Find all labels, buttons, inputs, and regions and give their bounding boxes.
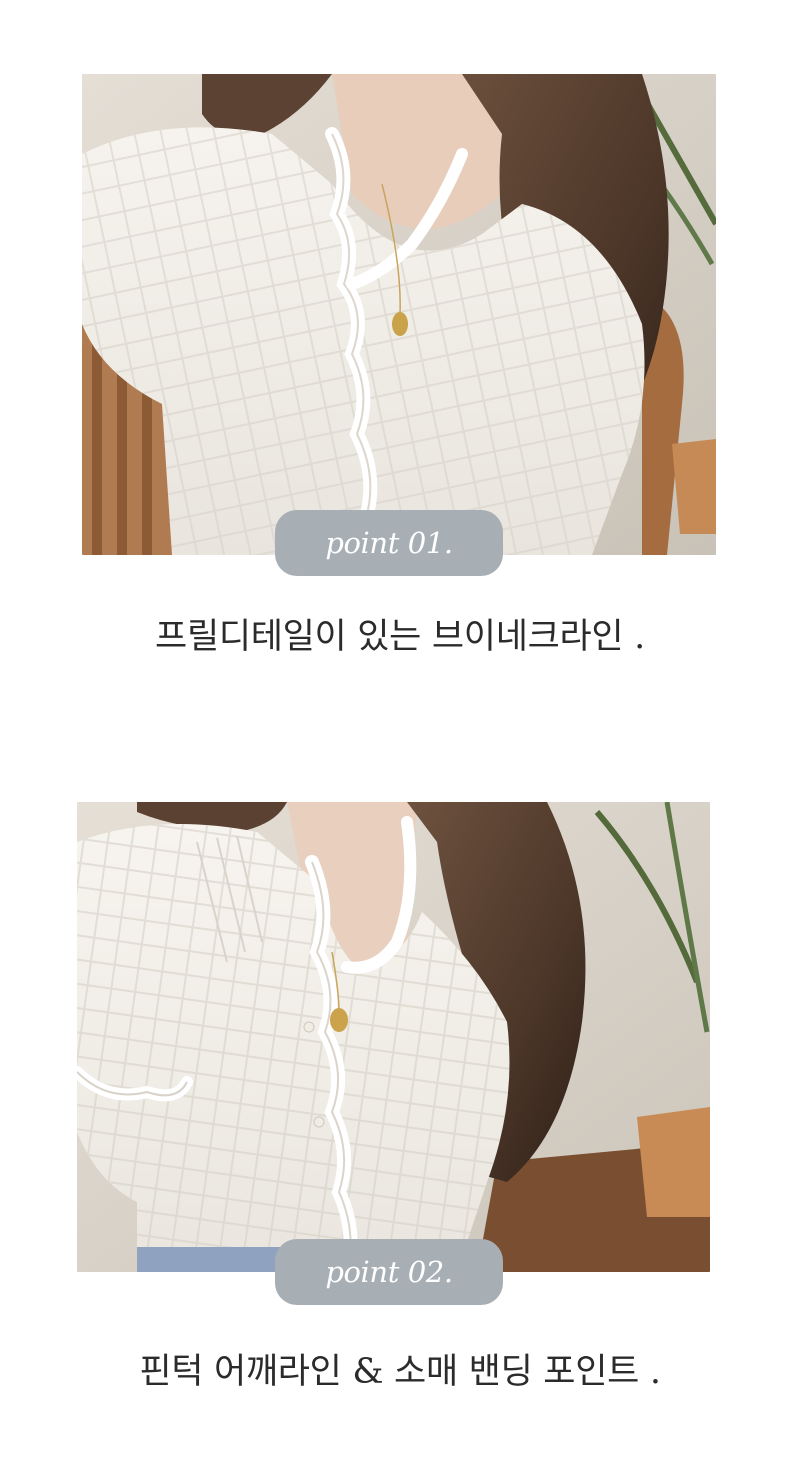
point-01-caption: 프릴디테일이 있는 브이네크라인 .	[155, 617, 645, 657]
point-02-badge: point 02.	[275, 1239, 503, 1305]
product-photo-1	[82, 74, 716, 555]
point-01-badge: point 01.	[275, 510, 503, 576]
blouse-ruffle-neckline-photo	[82, 74, 716, 555]
point-02-caption: 핀턱 어깨라인 & 소매 밴딩 포인트 .	[139, 1352, 661, 1392]
product-photo-2	[77, 802, 710, 1272]
blouse-pintuck-shoulder-photo	[77, 802, 710, 1272]
